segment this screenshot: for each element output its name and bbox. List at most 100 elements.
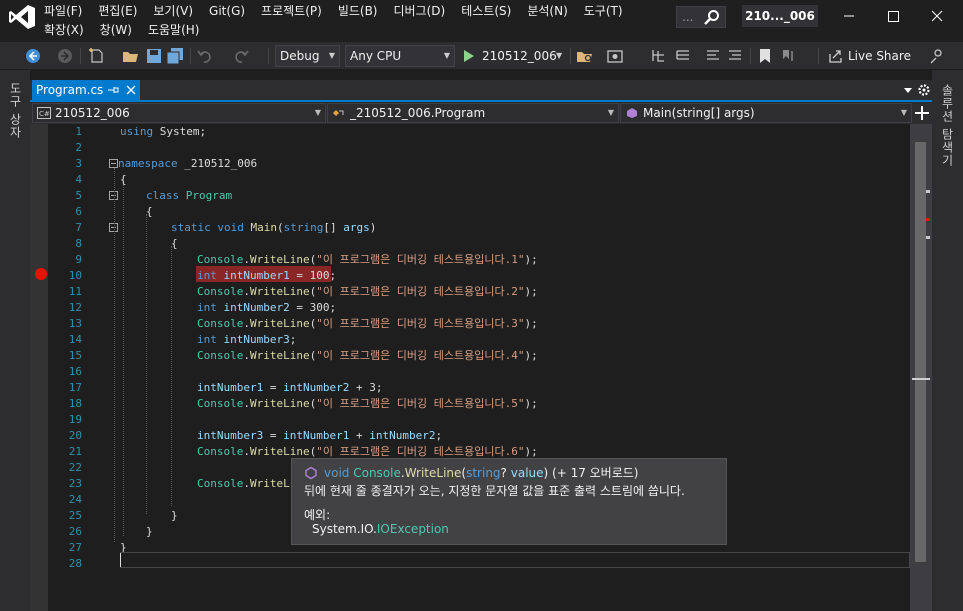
code-line-6: { [146, 205, 153, 218]
line-number: 8 [75, 237, 82, 250]
gear-icon[interactable] [916, 82, 932, 98]
right-dock-strip: 솔루션 탐색기 [932, 70, 963, 611]
search-icon[interactable] [703, 8, 721, 26]
quick-info-tooltip: void Console.WriteLine(string? value) (+… [291, 458, 727, 545]
menu-analyze[interactable]: 분석(N) [519, 2, 575, 20]
code-line-17: intNumber1 = intNumber2 + 3; [197, 381, 383, 394]
solution-explorer-tab[interactable]: 솔루션 탐색기 [940, 84, 956, 167]
project-value: 210512_006 [55, 106, 130, 120]
split-window-icon[interactable] [914, 105, 930, 121]
feedback-icon[interactable] [928, 47, 946, 65]
type-value: _210512_006.Program [350, 106, 486, 120]
screenshot-icon[interactable] [606, 47, 624, 65]
menu-git[interactable]: Git(G) [201, 2, 253, 20]
indent-guide [146, 214, 147, 514]
undo-icon[interactable] [196, 47, 214, 65]
menu-test[interactable]: 테스트(S) [453, 2, 519, 20]
live-share-label: Live Share [848, 49, 911, 63]
tooltip-description: 뒤에 현재 줄 종결자가 오는, 지정한 문자열 값을 표준 출력 스트림에 씁… [304, 484, 685, 498]
glyph-margin[interactable] [30, 124, 48, 611]
line-number: 25 [68, 509, 82, 522]
play-icon [464, 50, 474, 62]
line-number: 6 [75, 205, 82, 218]
tab-program-cs[interactable]: Program.cs [32, 80, 140, 100]
redo-icon[interactable] [232, 47, 250, 65]
bookmark-icon[interactable] [756, 47, 774, 65]
line-number: 24 [68, 493, 82, 506]
open-folder-icon[interactable] [122, 47, 140, 65]
menu-bar: 파일(F) 편집(E) 보기(V) Git(G) 프로젝트(P) 빌드(B) 디… [44, 2, 631, 20]
menu-file[interactable]: 파일(F) [44, 2, 90, 20]
line-number: 1 [75, 125, 82, 138]
close-icon[interactable] [124, 83, 138, 97]
toolbar-separator [268, 48, 269, 64]
toolbox-tab[interactable]: 도구 상자 [8, 82, 24, 139]
menu-view[interactable]: 보기(V) [145, 2, 201, 20]
chevron-down-icon: ▼ [900, 108, 907, 117]
chevron-down-icon: ▼ [328, 51, 335, 60]
line-number: 12 [68, 301, 82, 314]
menu-window[interactable]: 창(W) [92, 21, 140, 39]
line-number: 14 [68, 333, 82, 346]
minimize-icon[interactable] [836, 4, 862, 28]
code-line-20: intNumber3 = intNumber1 + intNumber2; [197, 429, 443, 442]
menu-build[interactable]: 빌드(B) [330, 2, 386, 20]
line-number: 10 [68, 269, 82, 282]
save-icon[interactable] [145, 47, 163, 65]
start-debugging-button[interactable]: 210512_006 ▼ [464, 45, 566, 67]
solution-name-badge: 210..._006 [742, 5, 818, 27]
breakpoint-icon[interactable] [35, 268, 47, 280]
menu-extensions[interactable]: 확장(X) [44, 21, 92, 39]
collapse-namespace-icon[interactable] [109, 159, 118, 168]
forward-icon[interactable] [56, 47, 74, 65]
save-all-icon[interactable] [166, 47, 184, 65]
member-dropdown[interactable]: Main(string[] args) ▼ [620, 103, 912, 123]
indent-guide [123, 182, 124, 536]
project-dropdown[interactable]: C# 210512_006 ▼ [32, 103, 326, 123]
line-number: 5 [75, 189, 82, 202]
code-line-9: Console.WriteLine("이 프로그램은 디버깅 테스트용입니다.1… [197, 253, 538, 266]
line-number: 19 [68, 413, 82, 426]
method-icon [627, 108, 637, 118]
previous-bookmark-icon[interactable] [780, 47, 798, 65]
line-number: 27 [68, 541, 82, 554]
line-number: 11 [68, 285, 82, 298]
comment-icon[interactable] [704, 47, 722, 65]
menu-tools[interactable]: 도구(T) [576, 2, 631, 20]
vertical-scrollbar[interactable] [910, 124, 932, 611]
scrollbar-thumb[interactable] [915, 142, 926, 562]
method-icon [305, 466, 317, 480]
maximize-icon[interactable] [880, 4, 906, 28]
toolbar-separator [750, 48, 751, 64]
platform-value: Any CPU [350, 49, 402, 63]
type-dropdown[interactable]: _210512_006.Program ▼ [327, 103, 619, 123]
step-into-icon[interactable] [650, 47, 668, 65]
line-number: 15 [68, 349, 82, 362]
close-icon[interactable] [924, 4, 950, 28]
browse-folder-icon[interactable] [576, 47, 594, 65]
new-project-icon[interactable] [88, 47, 106, 65]
menu-debug[interactable]: 디버그(D) [386, 2, 454, 20]
line-number: 4 [75, 173, 82, 186]
toolbar-separator [190, 48, 191, 64]
menu-edit[interactable]: 편집(E) [90, 2, 145, 20]
line-number: 21 [68, 445, 82, 458]
menu-help[interactable]: 도움말(H) [140, 21, 208, 39]
chevron-down-icon: ▼ [443, 51, 450, 60]
menu-project[interactable]: 프로젝트(P) [253, 2, 330, 20]
toolbar-separator [570, 48, 571, 64]
step-over-icon[interactable] [674, 47, 692, 65]
uncomment-icon[interactable] [726, 47, 744, 65]
platform-dropdown[interactable]: Any CPU ▼ [345, 45, 455, 67]
live-share-button[interactable]: Live Share [826, 45, 912, 67]
current-line-highlight [120, 552, 910, 568]
back-icon[interactable] [24, 47, 42, 65]
pin-icon[interactable] [106, 82, 120, 98]
chevron-down-icon[interactable] [902, 84, 914, 96]
code-line-8: { [171, 237, 178, 250]
line-number: 28 [68, 557, 82, 570]
code-line-18: Console.WriteLine("이 프로그램은 디버깅 테스트용입니다.5… [197, 397, 538, 410]
line-number: 9 [75, 253, 82, 266]
share-icon [829, 50, 842, 63]
configuration-dropdown[interactable]: Debug ▼ [275, 45, 340, 67]
